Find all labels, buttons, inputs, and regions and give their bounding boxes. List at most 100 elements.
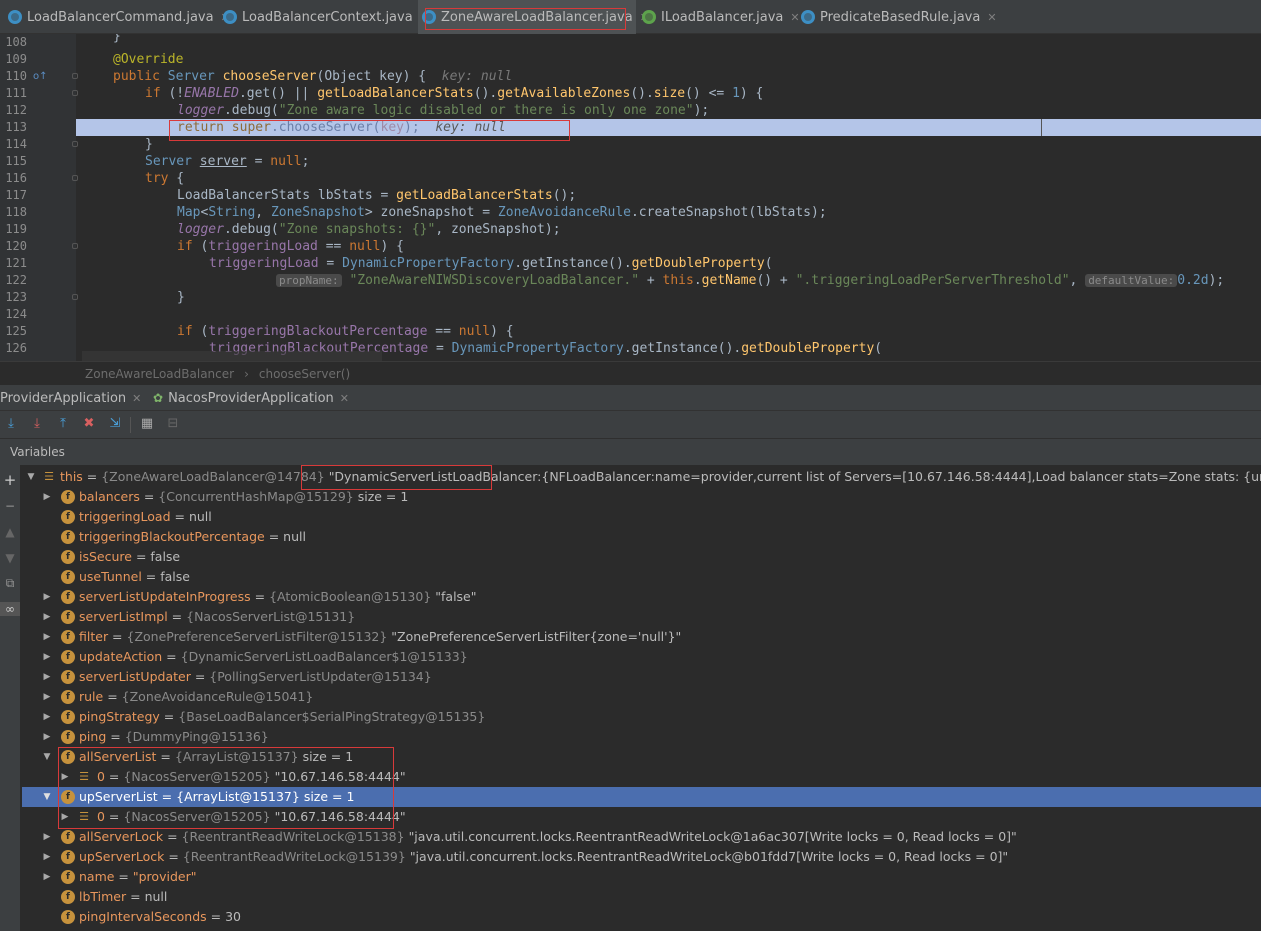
expand-arrow-icon[interactable]: ▶	[42, 687, 52, 707]
move-up-icon[interactable]: ▲	[3, 525, 17, 539]
var-row-updateaction[interactable]: ▶ f updateAction = {DynamicServerListLoa…	[22, 647, 1261, 667]
var-name: serverListImpl	[79, 609, 168, 624]
fold-marker-icon[interactable]	[72, 90, 78, 96]
expand-arrow-icon[interactable]: ▶	[42, 867, 52, 887]
var-row-allserverlist-0[interactable]: ▶ ☰ 0 = {NacosServer@15205} "10.67.146.5…	[22, 767, 1261, 787]
var-row-upserverlist-0[interactable]: ▶ ☰ 0 = {NacosServer@15205} "10.67.146.5…	[22, 807, 1261, 827]
class-icon	[422, 10, 436, 24]
fold-marker-icon[interactable]	[72, 243, 78, 249]
var-row-allserverlist[interactable]: ▼ f allServerList = {ArrayList@15137} si…	[22, 747, 1261, 767]
var-value: "10.67.146.58:4444"	[274, 769, 406, 784]
var-row-lbtimer[interactable]: f lbTimer = null	[22, 887, 1261, 907]
var-extra: size = 1	[302, 749, 354, 764]
var-row-upserverlock[interactable]: ▶ f upServerLock = {ReentrantReadWriteLo…	[22, 847, 1261, 867]
var-name: allServerLock	[79, 829, 164, 844]
var-row-triggeringload[interactable]: f triggeringLoad = null	[22, 507, 1261, 527]
line-number: 123	[5, 290, 27, 304]
collapse-arrow-icon[interactable]: ▼	[42, 787, 52, 807]
close-icon[interactable]: ✕	[340, 392, 349, 405]
expand-arrow-icon[interactable]: ▶	[42, 647, 52, 667]
remove-watch-icon[interactable]: −	[3, 499, 17, 513]
line-number: 125	[5, 324, 27, 338]
var-name: lbTimer	[79, 889, 127, 904]
tab-label: NacosProviderApplication	[168, 390, 334, 406]
field-icon: f	[61, 890, 75, 904]
field-icon: f	[61, 610, 75, 624]
variables-tree[interactable]: + − ▲ ▼ ⧉ ∞ ▼ ☰ this = {ZoneAwareLoadBal…	[0, 465, 1261, 931]
tab-iloadbalancer[interactable]: ILoadBalancer.java ✕	[642, 0, 800, 34]
var-row-triggeringblackout[interactable]: f triggeringBlackoutPercentage = null	[22, 527, 1261, 547]
fold-marker-icon[interactable]	[72, 294, 78, 300]
var-row-serverlistupdater[interactable]: ▶ f serverListUpdater = {PollingServerLi…	[22, 667, 1261, 687]
expand-arrow-icon[interactable]: ▶	[42, 627, 52, 647]
close-icon[interactable]: ✕	[132, 392, 141, 405]
code-line-115: Server server = null;	[145, 154, 310, 169]
var-row-ping[interactable]: ▶ f ping = {DummyPing@15136}	[22, 727, 1261, 747]
var-value: false	[160, 569, 190, 584]
var-row-pingstrategy[interactable]: ▶ f pingStrategy = {BaseLoadBalancer$Ser…	[22, 707, 1261, 727]
field-icon: f	[61, 850, 75, 864]
code-editor[interactable]: 108 109 110 111 112 113 114 115 116 117 …	[0, 34, 1261, 361]
tab-nacos-provider-application[interactable]: ✿ NacosProviderApplication ✕	[153, 385, 349, 411]
run-to-cursor-icon[interactable]: ⇲	[107, 416, 123, 432]
field-icon: f	[61, 750, 75, 764]
var-row-filter[interactable]: ▶ f filter = {ZonePreferenceServerListFi…	[22, 627, 1261, 647]
tab-loadbalancercontext[interactable]: LoadBalancerContext.java ✕	[223, 0, 429, 34]
expand-arrow-icon[interactable]: ▶	[42, 487, 52, 507]
copy-icon[interactable]: ⧉	[3, 576, 17, 590]
trace-icon[interactable]: ⊟	[165, 416, 181, 432]
breadcrumb-class[interactable]: ZoneAwareLoadBalancer	[85, 367, 234, 381]
breadcrumb-method[interactable]: chooseServer()	[259, 367, 350, 381]
expand-arrow-icon[interactable]: ▶	[42, 607, 52, 627]
add-watch-icon[interactable]: +	[3, 473, 17, 488]
var-row-issecure[interactable]: f isSecure = false	[22, 547, 1261, 567]
var-row-balancers[interactable]: ▶ f balancers = {ConcurrentHashMap@15129…	[22, 487, 1261, 507]
var-row-pingintervalseconds[interactable]: f pingIntervalSeconds = 30	[22, 907, 1261, 927]
debug-session-tabs: ProviderApplication ✕ ✿ NacosProviderApp…	[0, 385, 1261, 411]
expand-arrow-icon[interactable]: ▶	[42, 587, 52, 607]
var-id: {BaseLoadBalancer$SerialPingStrategy@151…	[178, 709, 486, 724]
horizontal-scrollbar[interactable]	[82, 351, 382, 361]
expand-arrow-icon[interactable]: ▶	[60, 807, 70, 827]
expand-arrow-icon[interactable]: ▶	[42, 727, 52, 747]
var-row-name[interactable]: ▶ f name = "provider"	[22, 867, 1261, 887]
watches-toggle-icon[interactable]: ∞	[0, 602, 20, 616]
evaluate-expression-icon[interactable]: ▦	[139, 416, 155, 432]
var-row-serverlistimpl[interactable]: ▶ f serverListImpl = {NacosServerList@15…	[22, 607, 1261, 627]
collapse-arrow-icon[interactable]: ▼	[42, 747, 52, 767]
object-icon: ☰	[79, 770, 89, 783]
var-row-allserverlock[interactable]: ▶ f allServerLock = {ReentrantReadWriteL…	[22, 827, 1261, 847]
tab-provider-application[interactable]: ProviderApplication ✕	[0, 385, 141, 411]
close-icon[interactable]: ✕	[987, 11, 996, 24]
fold-marker-icon[interactable]	[72, 175, 78, 181]
tab-loadbalancercommand[interactable]: LoadBalancerCommand.java ✕	[8, 0, 230, 34]
tab-zoneawareloadbalancer[interactable]: ZoneAwareLoadBalancer.java ✕	[418, 0, 649, 34]
expand-arrow-icon[interactable]: ▶	[42, 827, 52, 847]
var-row-usetunnel[interactable]: f useTunnel = false	[22, 567, 1261, 587]
move-down-icon[interactable]: ▼	[3, 551, 17, 565]
fold-marker-icon[interactable]	[72, 73, 78, 79]
var-name: isSecure	[79, 549, 132, 564]
var-row-upserverlist[interactable]: ▼ f upServerList = {ArrayList@15137} siz…	[22, 787, 1261, 807]
expand-arrow-icon[interactable]: ▶	[42, 847, 52, 867]
var-row-serverlistupdateinprogress[interactable]: ▶ f serverListUpdateInProgress = {Atomic…	[22, 587, 1261, 607]
step-out-icon[interactable]: ⤒	[55, 416, 71, 432]
var-row-this[interactable]: ▼ ☰ this = {ZoneAwareLoadBalancer@14784}…	[22, 467, 1261, 487]
var-name: rule	[79, 689, 104, 704]
expand-arrow-icon[interactable]: ▶	[42, 667, 52, 687]
step-into-icon[interactable]: ⤓	[29, 416, 45, 432]
collapse-arrow-icon[interactable]: ▼	[26, 467, 36, 487]
var-row-rule[interactable]: ▶ f rule = {ZoneAvoidanceRule@15041}	[22, 687, 1261, 707]
code-line-109: @Override	[113, 52, 184, 67]
variables-side-toolbar: + − ▲ ▼ ⧉ ∞	[0, 465, 20, 931]
expand-arrow-icon[interactable]: ▶	[42, 707, 52, 727]
var-id: {ReentrantReadWriteLock@15139}	[182, 849, 406, 864]
close-icon[interactable]: ✕	[790, 11, 799, 24]
expand-arrow-icon[interactable]: ▶	[60, 767, 70, 787]
override-marker-icon[interactable]: o↑	[33, 71, 48, 82]
field-icon: f	[61, 690, 75, 704]
step-over-icon[interactable]: ⤓	[3, 416, 19, 432]
drop-frame-icon[interactable]: ✖	[81, 416, 97, 432]
fold-marker-icon[interactable]	[72, 141, 78, 147]
tab-predicatebasedrule[interactable]: PredicateBasedRule.java ✕	[801, 0, 997, 34]
